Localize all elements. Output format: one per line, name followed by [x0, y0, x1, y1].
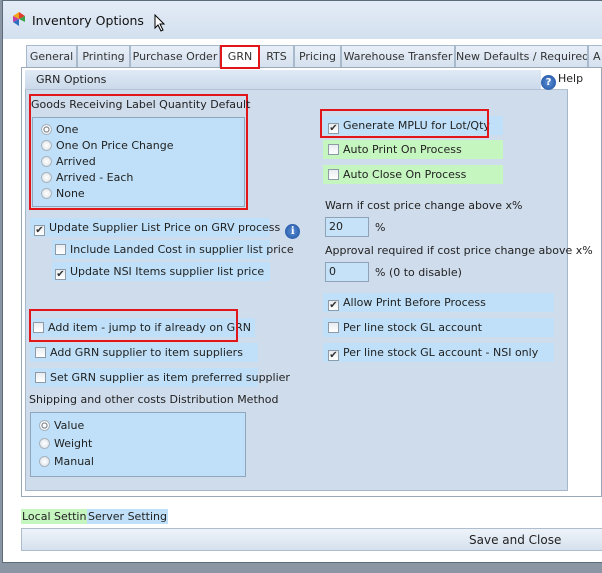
legend-server-setting: Server Setting — [87, 509, 168, 524]
tab-general[interactable]: General — [26, 45, 77, 68]
radio-icon — [39, 420, 50, 431]
label-qty-radio-group: One One On Price Change Arrived Arrived … — [32, 117, 245, 207]
checkbox-checked-icon: ✔ — [34, 225, 45, 236]
add-item-highlight — [29, 309, 238, 342]
checkbox-checked-icon: ✔ — [328, 300, 339, 311]
radio-manual[interactable]: Manual — [39, 454, 94, 470]
radio-icon — [41, 124, 52, 135]
mouse-cursor-icon — [154, 14, 166, 32]
radio-icon — [41, 140, 52, 151]
warn-percent-input[interactable]: 20 — [325, 217, 369, 237]
group-title: GRN Options — [36, 73, 107, 86]
warn-suffix: % — [375, 221, 386, 234]
help-button[interactable]: ? Help — [541, 70, 592, 90]
add-grn-supplier-checkbox[interactable]: Add GRN supplier to item suppliers — [30, 343, 258, 362]
radio-icon — [39, 456, 50, 467]
checkbox-icon — [55, 244, 66, 255]
distribution-radio-group: Value Weight Manual — [30, 412, 246, 477]
radio-value[interactable]: Value — [39, 418, 84, 434]
radio-none[interactable]: None — [41, 186, 85, 202]
distribution-title: Shipping and other costs Distribution Me… — [29, 393, 279, 406]
group-header: GRN Options — [25, 70, 568, 90]
save-and-close-button[interactable]: Save and Close — [21, 528, 602, 551]
window-title: Inventory Options — [32, 13, 144, 28]
per-line-stock-gl-checkbox[interactable]: Per line stock GL account — [323, 318, 554, 337]
tab-warehouse-transfer[interactable]: Warehouse Transfer — [341, 45, 455, 68]
warn-label: Warn if cost price change above x% — [325, 199, 523, 212]
radio-one[interactable]: One — [41, 122, 78, 138]
tab-grn[interactable]: GRN — [220, 45, 260, 69]
tab-purchase-order[interactable]: Purchase Order — [130, 45, 220, 68]
radio-weight[interactable]: Weight — [39, 436, 92, 452]
radio-arrived-each[interactable]: Arrived - Each — [41, 170, 133, 186]
help-label: Help — [558, 72, 584, 85]
radio-icon — [39, 438, 50, 449]
checkbox-icon — [35, 347, 46, 358]
update-nsi-items-checkbox[interactable]: ✔ Update NSI Items supplier list price — [52, 262, 270, 281]
help-icon: ? — [541, 75, 556, 90]
per-line-stock-gl-nsi-checkbox[interactable]: ✔ Per line stock GL account - NSI only — [323, 343, 554, 362]
tab-pricing[interactable]: Pricing — [294, 45, 341, 68]
checkbox-checked-icon: ✔ — [55, 269, 66, 280]
approval-label: Approval required if cost price change a… — [325, 244, 593, 257]
radio-icon — [41, 156, 52, 167]
checkbox-checked-icon: ✔ — [328, 350, 339, 361]
allow-print-before-process-checkbox[interactable]: ✔ Allow Print Before Process — [323, 293, 554, 312]
tab-more[interactable]: A — [588, 45, 602, 68]
app-logo-icon — [13, 12, 25, 26]
update-supplier-list-price-checkbox[interactable]: ✔ Update Supplier List Price on GRV proce… — [30, 218, 301, 239]
tab-new-defaults-required[interactable]: New Defaults / Required — [455, 45, 588, 68]
auto-print-checkbox[interactable]: Auto Print On Process — [323, 140, 503, 159]
legend-local-setting: Local Setting — [21, 509, 95, 524]
label-qty-title: Goods Receiving Label Quantity Default — [31, 98, 251, 111]
tab-printing[interactable]: Printing — [77, 45, 130, 68]
checkbox-icon — [328, 322, 339, 333]
generate-mplu-highlight — [320, 109, 489, 138]
checkbox-icon — [328, 144, 339, 155]
title-bar: Inventory Options — [3, 1, 602, 39]
auto-close-checkbox[interactable]: Auto Close On Process — [323, 165, 503, 184]
tab-rts[interactable]: RTS — [259, 45, 294, 68]
checkbox-icon — [35, 372, 46, 383]
radio-icon — [41, 188, 52, 199]
set-preferred-supplier-checkbox[interactable]: Set GRN supplier as item preferred suppl… — [30, 368, 290, 387]
include-landed-cost-checkbox[interactable]: Include Landed Cost in supplier list pri… — [52, 240, 294, 259]
checkbox-icon — [328, 169, 339, 180]
approval-percent-input[interactable]: 0 — [325, 262, 369, 282]
radio-icon — [41, 172, 52, 183]
radio-one-on-price-change[interactable]: One On Price Change — [41, 138, 173, 154]
radio-arrived[interactable]: Arrived — [41, 154, 96, 170]
approval-suffix: % (0 to disable) — [375, 266, 462, 279]
